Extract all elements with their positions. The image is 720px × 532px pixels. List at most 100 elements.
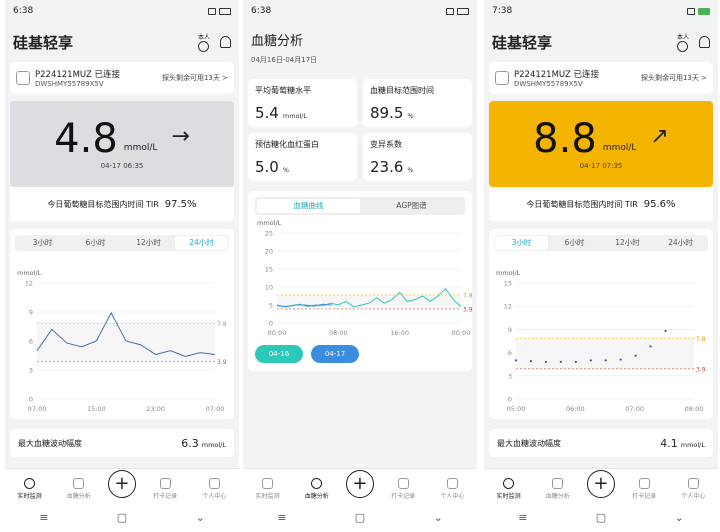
stat-label: 变异系数 [370, 140, 402, 149]
profile-button[interactable]: 本人 [198, 32, 210, 52]
tab-curve[interactable]: 血糖曲线 [257, 199, 360, 213]
metric-value: 6.3 [181, 436, 199, 450]
chevron-right-icon: > [222, 74, 228, 82]
y-tick-label: 3 [508, 372, 512, 380]
day-pill-2[interactable]: 04-17 [311, 345, 359, 363]
bell-icon[interactable] [699, 36, 710, 48]
person-icon [198, 41, 210, 52]
x-tick-label: 23:00 [146, 405, 165, 413]
tab-3h[interactable]: 3小时 [16, 236, 69, 250]
bottom-nav: 实时监测 血糖分析 + 打卡记录 个人中心 [484, 468, 718, 502]
trend-chart-card: 3小时 6小时 12小时 24小时 mmol/L 15 12 9 6 3 0 7.8 3.9 05… [489, 229, 713, 419]
nav-live[interactable]: 实时监测 [248, 478, 288, 500]
stat-unit: % [282, 166, 290, 174]
add-button[interactable]: + [345, 470, 374, 498]
wifi-icon [446, 7, 454, 15]
nav-me[interactable]: 个人中心 [432, 478, 472, 500]
target-low-label: 3.9 [217, 359, 227, 366]
y-tick-label: 25 [265, 230, 273, 238]
nav-log-label: 打卡记录 [391, 493, 416, 500]
tab-24h[interactable]: 24小时 [175, 236, 228, 250]
screen-realtime-1: 6:38 硅基轻享 本人 P224121MUZ 已连接 DWSHMY55789X… [5, 0, 239, 532]
status-bar: 7:38 [484, 0, 718, 22]
data-point [634, 354, 637, 357]
glucose-curve-chart: mmol/L 25 20 15 10 5 0 7.8 3.9 00:00 08:00 16:00 00:… [257, 219, 473, 337]
data-point [574, 360, 577, 363]
device-card[interactable]: P224121MUZ 已连接 DWSHMY55789X5V 探头剩余可用13天 … [10, 62, 234, 94]
date-range[interactable]: 04月16日-04月17日 [251, 55, 469, 65]
user-icon [208, 478, 220, 489]
user-icon [446, 478, 458, 489]
tab-6h[interactable]: 6小时 [69, 236, 122, 250]
glucose-chart-3h: mmol/L 15 12 9 6 3 0 7.8 3.9 05:00 06:00 07:00 08:00 [496, 269, 706, 413]
app-header: 硅基轻享 本人 [484, 22, 718, 62]
trend-arrow-icon: ↗ [650, 123, 669, 149]
stat-unit: % [407, 112, 414, 120]
trend-arrow-icon: → [171, 123, 190, 149]
sensor-days: 探头剩余可用13天 [161, 74, 220, 82]
nav-analysis[interactable]: 血糖分析 [538, 478, 578, 500]
app-header: 硅基轻享 本人 [5, 22, 239, 62]
target-icon [503, 478, 515, 489]
nav-log[interactable]: 打卡记录 [145, 478, 185, 500]
nav-analysis-label: 血糖分析 [545, 493, 570, 500]
page-title: 血糖分析 [251, 34, 304, 49]
nav-me[interactable]: 个人中心 [673, 478, 713, 500]
metric-label: 最大血糖波动幅度 [497, 438, 561, 448]
tab-24h[interactable]: 24小时 [654, 236, 707, 250]
y-tick-label: 6 [508, 349, 512, 357]
status-icons [446, 7, 469, 15]
bottom-nav: 实时监测 血糖分析 + 打卡记录 个人中心 [243, 468, 477, 502]
battery-charging-icon [698, 7, 710, 15]
add-button[interactable]: + [107, 470, 136, 498]
nav-analysis[interactable]: 血糖分析 [297, 478, 337, 500]
y-tick-label: 10 [265, 284, 273, 292]
target-range-band [277, 294, 461, 309]
back-icon[interactable]: ⌄ [675, 511, 684, 524]
data-point [529, 360, 533, 363]
home-icon[interactable]: ▢ [596, 511, 606, 524]
menu-icon[interactable]: ≡ [518, 511, 527, 524]
profile-button[interactable]: 本人 [677, 32, 689, 52]
tab-3h[interactable]: 3小时 [495, 236, 548, 250]
nav-log[interactable]: 打卡记录 [383, 478, 423, 500]
tab-12h[interactable]: 12小时 [601, 236, 654, 250]
chart-icon [73, 478, 85, 489]
reading-time: 04-17 06:35 [100, 161, 144, 170]
nav-log[interactable]: 打卡记录 [624, 478, 664, 500]
metric-unit: mmol/L [201, 440, 226, 449]
device-card[interactable]: P224121MUZ 已连接 DWSHMY55789X5V 探头剩余可用13天 … [489, 62, 713, 94]
day-pill-1[interactable]: 04-16 [255, 345, 303, 363]
back-icon[interactable]: ⌄ [196, 511, 205, 524]
chevron-right-icon: > [701, 74, 707, 82]
y-tick-label: 9 [508, 326, 512, 334]
home-icon[interactable]: ▢ [355, 511, 365, 524]
glucose-card: 4.8 mmol/L → 04-17 06:35 [10, 101, 234, 187]
nav-live-label: 实时监测 [255, 493, 280, 500]
menu-icon[interactable]: ≡ [277, 511, 286, 524]
bell-icon[interactable] [220, 36, 231, 48]
add-button[interactable]: + [586, 470, 615, 498]
tab-12h[interactable]: 12小时 [122, 236, 175, 250]
stat-unit: % [407, 166, 414, 174]
tab-6h[interactable]: 6小时 [548, 236, 601, 250]
day-pills: 04-16 04-17 [255, 345, 465, 363]
nav-analysis[interactable]: 血糖分析 [59, 478, 99, 500]
max-fluctuation-row: 最大血糖波动幅度 6.3 mmol/L [10, 429, 234, 457]
battery-icon [457, 7, 469, 15]
x-tick-label: 00:00 [268, 329, 287, 337]
nav-live[interactable]: 实时监测 [489, 478, 529, 500]
y-tick-label: 3 [29, 367, 33, 375]
system-nav: ≡ ▢ ⌄ [484, 502, 718, 532]
tab-agp[interactable]: AGP图谱 [360, 199, 463, 213]
stat-card: 变异系数 23.6% [363, 133, 472, 181]
data-point [544, 360, 548, 363]
y-tick-label: 0 [29, 396, 33, 404]
data-point [559, 360, 562, 363]
menu-icon[interactable]: ≡ [39, 511, 48, 524]
back-icon[interactable]: ⌄ [434, 511, 443, 524]
home-icon[interactable]: ▢ [117, 511, 127, 524]
y-tick-label: 15 [265, 266, 273, 274]
nav-me[interactable]: 个人中心 [194, 478, 234, 500]
nav-live[interactable]: 实时监测 [10, 478, 50, 500]
